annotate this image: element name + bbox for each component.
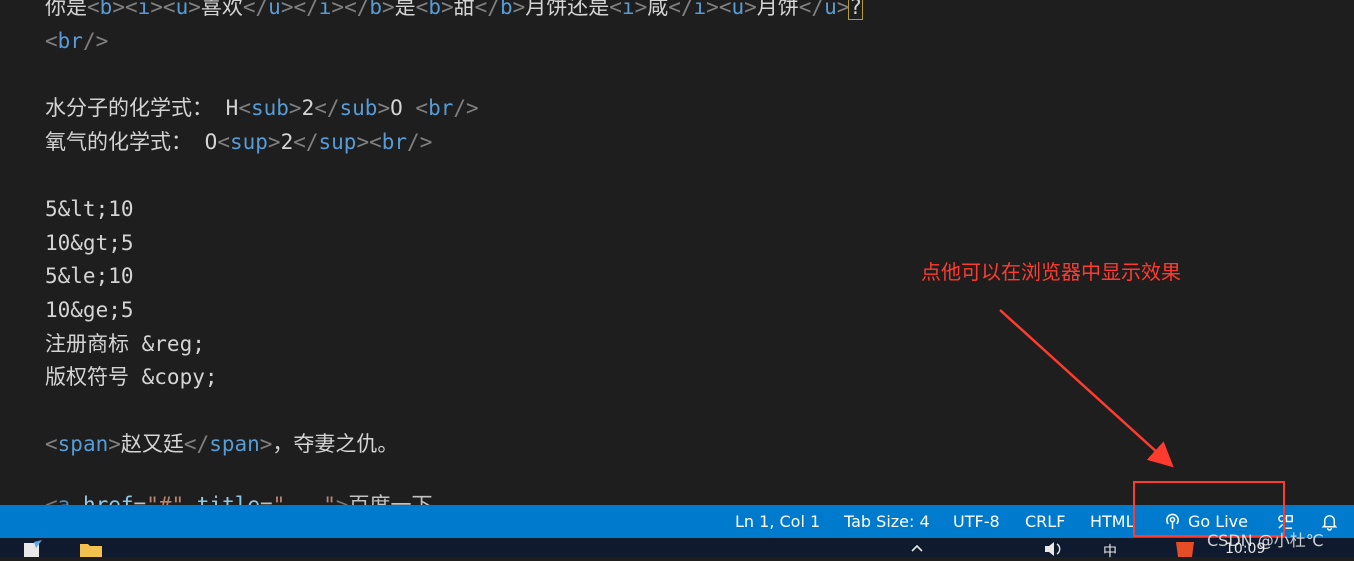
end-of-line[interactable]: CRLF — [1025, 505, 1065, 538]
code-line: 你是<b><i><u>喜欢</u></i></b>是<b>甜</b>月饼还是<i… — [45, 0, 864, 24]
folder-icon[interactable] — [79, 540, 103, 561]
code-line: 氧气的化学式： O<sup>2</sup><br/> — [45, 130, 433, 154]
code-line: 10&gt;5 — [45, 231, 134, 255]
code-line: 水分子的化学式： H<sub>2</sub>O <br/> — [45, 96, 479, 120]
watermark: CSDN @小杜℃ — [1207, 531, 1324, 550]
code-line: 版权符号 &copy; — [45, 365, 218, 389]
code-line: <a href="#" title="...">百度一下 — [45, 493, 433, 505]
code-line: 5&le;10 — [45, 264, 134, 288]
code-line: 10&ge;5 — [45, 298, 134, 322]
volume-icon[interactable] — [1043, 540, 1063, 560]
tab-size[interactable]: Tab Size: 4 — [844, 505, 930, 538]
html5-icon[interactable] — [1174, 540, 1196, 561]
annotation-text: 点他可以在浏览器中显示效果 — [921, 260, 1181, 284]
code-line: 5&lt;10 — [45, 197, 134, 221]
code-line: <br/> — [45, 29, 109, 53]
ime-indicator[interactable]: 中 — [1103, 541, 1117, 561]
code-line: 注册商标 &reg; — [45, 332, 205, 356]
code-line: <span>赵又廷</span>，夺妻之仇。 — [45, 432, 399, 456]
notepad-icon[interactable] — [22, 540, 44, 561]
language-mode[interactable]: HTML — [1090, 505, 1135, 538]
taskbar — [0, 538, 1354, 557]
cursor-position[interactable]: Ln 1, Col 1 — [735, 505, 820, 538]
chevron-up-icon[interactable] — [910, 540, 924, 559]
encoding[interactable]: UTF-8 — [953, 505, 1000, 538]
code-editor[interactable]: 你是<b><i><u>喜欢</u></i></b>是<b>甜</b>月饼还是<i… — [0, 0, 1354, 505]
